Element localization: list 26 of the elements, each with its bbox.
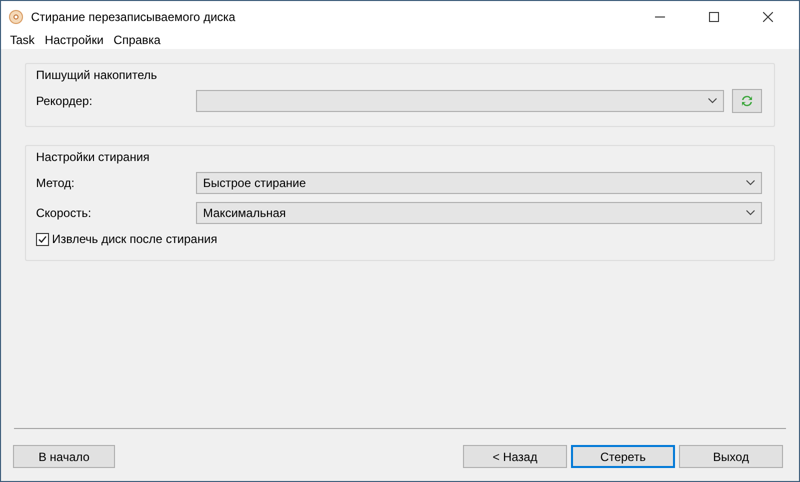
field-label: Скорость: (36, 206, 92, 220)
menu-item[interactable]: Настройки (40, 32, 109, 49)
wizard-button[interactable]: Стереть (571, 445, 675, 468)
dropdown[interactable]: Быстрое стирание (196, 172, 762, 194)
chevron-down-icon (746, 210, 755, 216)
checkbox[interactable] (36, 232, 49, 246)
wizard-button[interactable]: < Назад (463, 445, 567, 468)
menu-item[interactable]: Task (5, 32, 40, 49)
refresh-icon (740, 94, 754, 108)
group-title: Настройки стирания (36, 149, 150, 166)
wizard-button[interactable]: В начало (13, 445, 115, 468)
field-label: Рекордер: (36, 94, 94, 108)
menu-item[interactable]: Справка (108, 32, 166, 49)
chevron-down-icon (708, 98, 717, 104)
refresh-button[interactable] (732, 89, 762, 113)
wizard-button[interactable]: Выход (679, 445, 783, 468)
close-icon (763, 12, 773, 22)
maximize-icon (709, 12, 719, 22)
dropdown[interactable] (196, 90, 724, 112)
checkbox-label: Извлечь диск после стирания (52, 232, 218, 246)
dropdown[interactable]: Максимальная (196, 202, 762, 224)
chevron-down-icon (746, 180, 755, 186)
disc-icon (9, 10, 23, 24)
group-title: Пишущий накопитель (36, 67, 158, 84)
field-label: Метод: (36, 176, 76, 190)
window-title: Стирание перезаписываемого диска (31, 10, 236, 24)
